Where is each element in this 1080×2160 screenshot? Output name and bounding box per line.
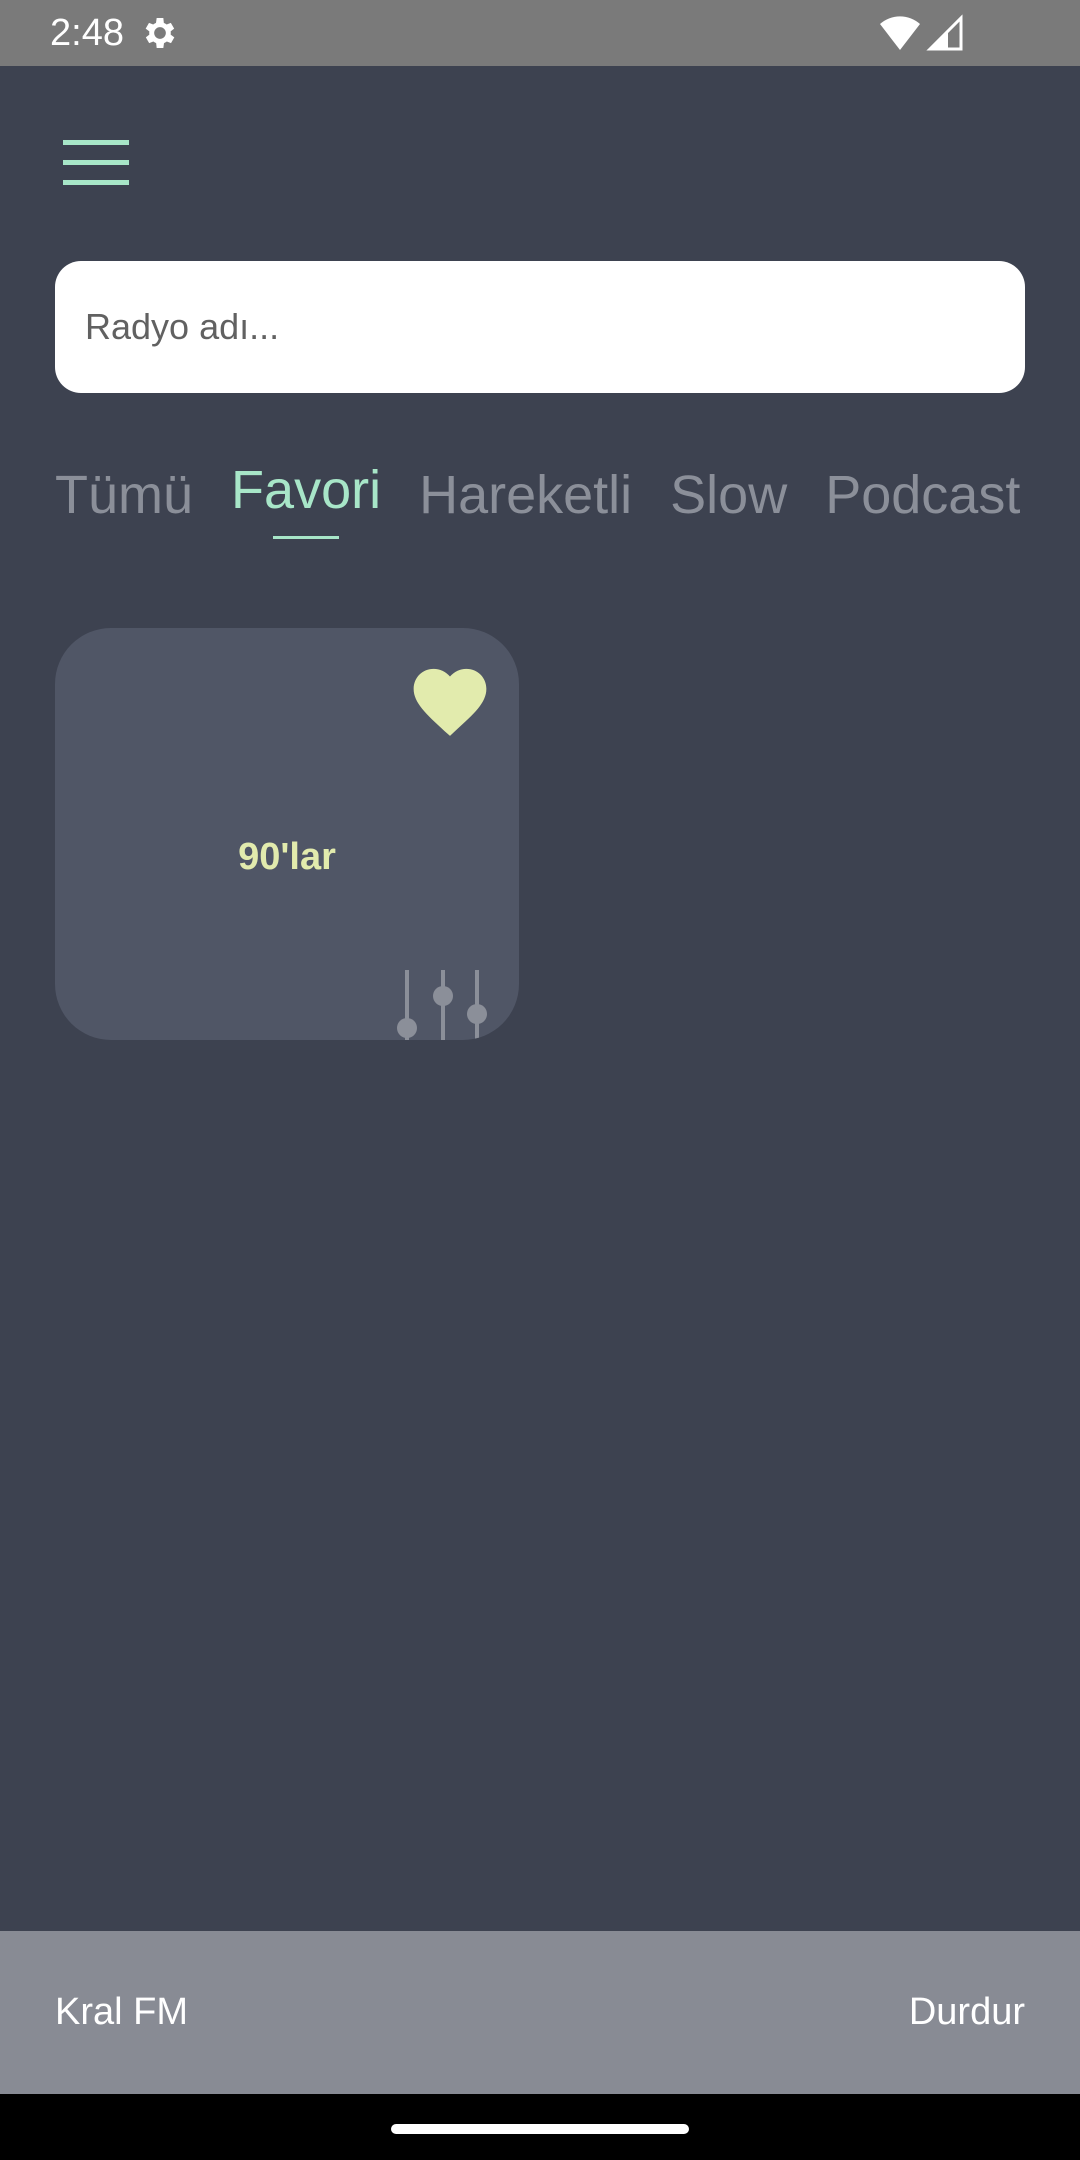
tab-tumu[interactable]: Tümü — [55, 465, 193, 525]
status-time: 2:48 — [50, 12, 124, 54]
home-gesture-pill[interactable] — [391, 2124, 689, 2134]
category-tabs: Tümü Favori Hareketli Slow Podcast — [55, 460, 1045, 555]
tab-podcast[interactable]: Podcast — [825, 465, 1020, 525]
tab-slow[interactable]: Slow — [670, 465, 787, 525]
menu-button[interactable] — [56, 130, 136, 196]
heart-icon[interactable] — [405, 658, 495, 738]
equalizer-icon — [397, 970, 487, 1040]
station-name: 90'lar — [238, 836, 336, 878]
now-playing-station[interactable]: Kral FM — [55, 1989, 188, 2035]
status-bar: 2:48 — [0, 0, 1080, 66]
cell-signal-icon — [926, 14, 963, 51]
tab-favori[interactable]: Favori — [231, 460, 382, 539]
active-tab-indicator — [273, 536, 340, 539]
player-bar: Kral FM Durdur — [0, 1931, 1080, 2094]
search-box[interactable] — [55, 261, 1025, 393]
tab-label: Hareketli — [419, 465, 633, 525]
tab-label: Podcast — [825, 465, 1021, 525]
wifi-icon — [880, 16, 920, 50]
tab-label: Tümü — [55, 465, 194, 525]
stop-button[interactable]: Durdur — [909, 1989, 1025, 2035]
navigation-bar — [0, 2094, 1080, 2160]
tab-label: Slow — [670, 465, 788, 525]
station-card[interactable]: 90'lar — [55, 628, 519, 1040]
hamburger-menu-icon — [63, 140, 129, 185]
search-input[interactable] — [83, 305, 997, 349]
tab-hareketli[interactable]: Hareketli — [419, 465, 632, 525]
tab-label: Favori — [231, 460, 382, 520]
gear-icon — [145, 18, 175, 48]
